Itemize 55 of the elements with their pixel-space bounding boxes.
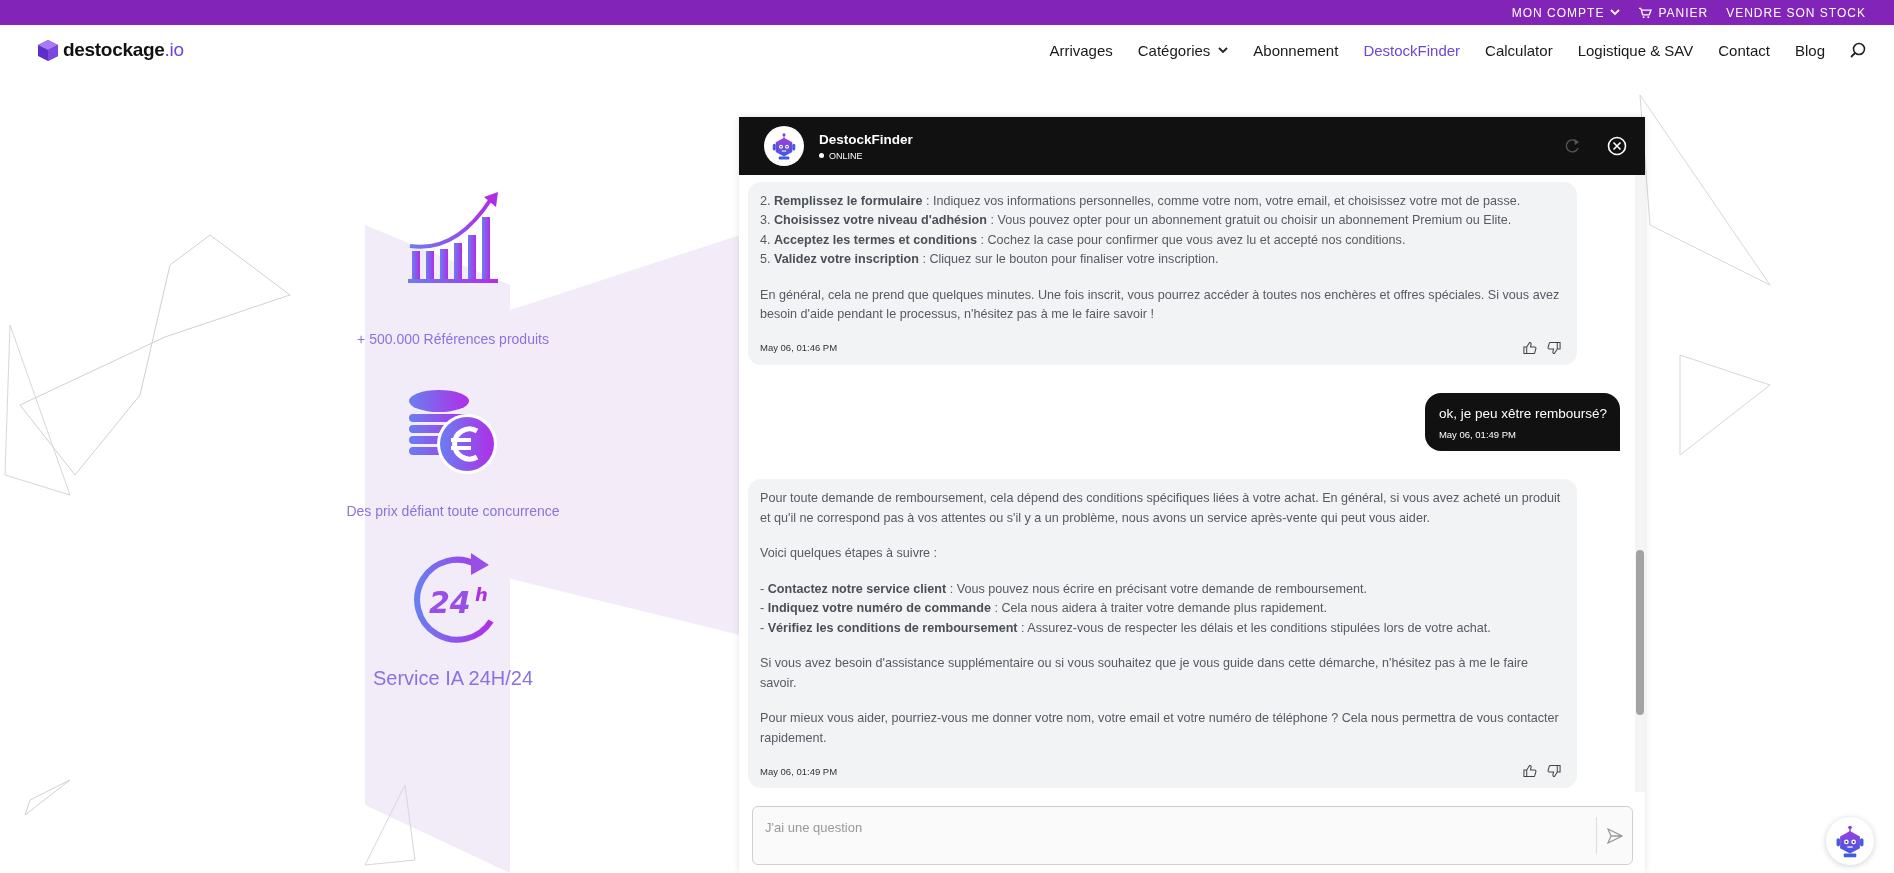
message-time: May 06, 01:49 PM xyxy=(1438,429,1516,440)
caret-icon xyxy=(1610,9,1621,16)
thumbs-up-icon[interactable] xyxy=(1523,340,1537,355)
logo-icon[interactable] xyxy=(37,38,59,62)
cart-link[interactable]: PANIER xyxy=(1638,5,1709,20)
message-text: En général, cela ne prend que quelques minutes. Une fois inscrit, vous pourrez accéder à toutes nos enchères et offres spéciales. Si vous avez besoin d'aide pendant le processus, n'hésitez pas à me le faire savoir ! xyxy=(760,286,1561,323)
nav-link[interactable]: Arrivages xyxy=(1049,41,1113,59)
nav-link[interactable]: Contact xyxy=(1718,41,1770,59)
cart-icon xyxy=(1638,6,1653,19)
message-text: - Contactez notre service client : Vous pouvez nous écrire en précisant votre demande de remboursement. xyxy=(760,580,1368,598)
message-text: - Vérifiez les conditions de remboursement : Assurez-vous de respecter les délais et les conditions stipulées lors de votre achat. xyxy=(760,619,1492,637)
growth-chart-icon xyxy=(406,191,500,285)
top-link[interactable]: VENDRE SON STOCK xyxy=(1726,5,1866,20)
refresh-button[interactable] xyxy=(1564,138,1580,154)
message-text: ok, je peu xêtre remboursé? xyxy=(1438,404,1607,423)
message-time: May 06, 01:49 PM xyxy=(760,765,838,777)
message-input-field[interactable]: J'ai une question xyxy=(752,806,1633,865)
message-input-field[interactable]: J'ai une question xyxy=(763,819,1596,836)
logo-text[interactable]: destockage.io xyxy=(63,39,184,61)
nav-link[interactable]: Blog xyxy=(1794,41,1825,59)
feature-label: + 500.000 Références produits xyxy=(357,331,549,347)
icon-number: 24 xyxy=(429,585,471,620)
thumbs-down-icon[interactable] xyxy=(1547,340,1561,355)
message-text: 5. Validez votre inscription : Cliquez sur le bouton pour finaliser votre inscription. xyxy=(760,251,1220,268)
top-link[interactable]: MON COMPTE xyxy=(1511,5,1621,20)
close-icon xyxy=(1607,136,1627,156)
thumbs-down-icon[interactable] xyxy=(1547,764,1561,778)
message-text: Pour mieux vous aider, pourriez-vous me donner votre nom, votre email et votre numéro de téléphone ? Cela nous permettra de vous contacter rapidement. xyxy=(760,710,1560,747)
message-text: Pour toute demande de remboursement, cela dépend des conditions spécifiques liées à votre achat. En général, si vous avez acheté un produit et qu'il ne correspond pas à vos attentes ou s'il y a un problème, nous avons un service après-vente qui peut vous aider. xyxy=(760,490,1562,527)
chat-launcher-button[interactable] xyxy=(1826,817,1874,865)
status-text: ONLINE xyxy=(829,150,863,161)
thumbs-up-icon[interactable] xyxy=(1523,764,1537,778)
message-text: Voici quelques étapes à suivre : xyxy=(760,545,939,562)
search-icon[interactable] xyxy=(1850,42,1866,58)
nav-link[interactable]: DestockFinder xyxy=(1363,41,1461,59)
circular-arrow-icon xyxy=(414,553,494,643)
message-text: 4. Acceptez les termes et conditions : Cochez la case pour confirmer que vous avez lu et accepté nos conditions. xyxy=(760,231,1407,249)
message-text: 2. Remplissez le formulaire : Indiquez vos informations personnelles, comme votre nom, votre email, et choisissez votre mot de passe. xyxy=(760,192,1522,210)
chat-title: DestockFinder xyxy=(819,131,913,147)
feature-label: Des prix défiant toute concurrence xyxy=(346,503,560,519)
icon-letter: h xyxy=(475,584,488,605)
nav-link[interactable]: Abonnement xyxy=(1253,41,1339,59)
refresh-icon xyxy=(1564,138,1580,154)
close-button[interactable] xyxy=(1607,136,1627,156)
status-dot xyxy=(819,153,824,158)
nav-link[interactable]: Calculator xyxy=(1485,41,1553,59)
message-text: - Indiquez votre numéro de commande : Cela nous aidera à traiter votre demande plus rapidement. xyxy=(760,600,1328,617)
message-time: May 06, 01:46 PM xyxy=(760,342,838,353)
nav-link[interactable]: Catégories xyxy=(1137,41,1229,59)
nav-link[interactable]: Logistique & SAV xyxy=(1577,41,1694,59)
feature-label: Service IA 24H/24 xyxy=(372,667,534,690)
message-text: 3. Choisissez votre niveau d'adhésion : Vous pouvez opter pour un abonnement gratuit ou choisir un abonnement Premium ou Elite. xyxy=(760,212,1513,229)
send-icon xyxy=(1606,827,1623,844)
scrollbar[interactable] xyxy=(1635,175,1645,792)
message-text: Si vous avez besoin d'assistance supplémentaire ou si vous souhaitez que je vous guide dans cette démarche, n'hésitez pas à me le faire savoir. xyxy=(760,655,1529,692)
